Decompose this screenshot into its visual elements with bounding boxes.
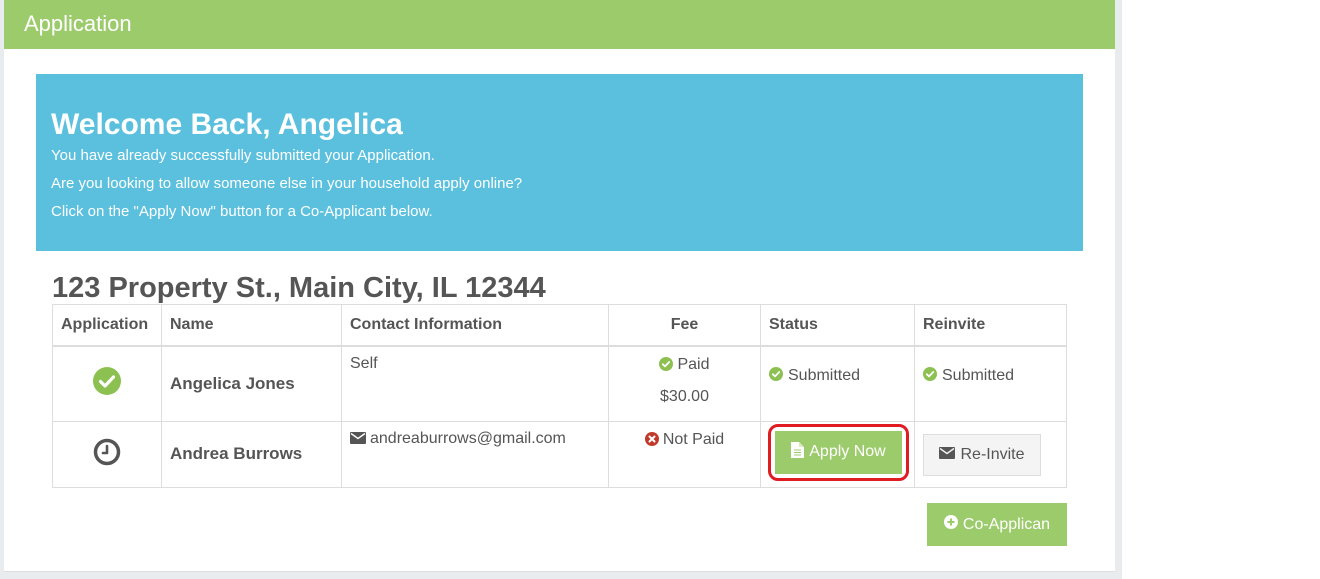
application-panel: Application Welcome Back, Angelica You h…	[4, 0, 1115, 571]
status-text: Submitted	[788, 367, 861, 384]
property-address: 123 Property St., Main City, IL 12344	[52, 272, 546, 304]
applicants-table: Application Name Contact Information Fee…	[52, 304, 1067, 488]
add-co-applicant-button[interactable]: Co-Applican	[927, 503, 1067, 546]
file-icon	[791, 441, 805, 463]
status-cell: Apply Now	[760, 420, 915, 488]
envelope-icon	[350, 432, 366, 445]
fee-status: Not Paid	[662, 430, 725, 448]
col-status: Status	[760, 304, 915, 347]
apply-now-button[interactable]: Apply Now	[775, 430, 902, 474]
check-circle-icon	[769, 366, 783, 386]
envelope-icon	[939, 446, 956, 464]
col-contact: Contact Information	[341, 304, 609, 347]
contact-info: Self	[341, 345, 609, 422]
welcome-line: Are you looking to allow someone else in…	[51, 175, 523, 192]
welcome-line: Click on the "Apply Now" button for a Co…	[51, 203, 433, 220]
fee-cell: Not Paid	[608, 420, 761, 488]
table-row: Angelica Jones Self Paid $30.00 Submitte…	[52, 345, 1067, 422]
welcome-line: You have already successfully submitted …	[51, 147, 435, 164]
panel-title: Application	[4, 0, 1115, 49]
application-cell	[52, 420, 162, 488]
table-header-row: Application Name Contact Information Fee…	[52, 304, 1067, 347]
re-invite-button[interactable]: Re-Invite	[923, 434, 1041, 476]
fee-status: Paid	[677, 355, 710, 373]
reinvite-cell: Re-Invite	[914, 420, 1067, 488]
check-circle-icon	[659, 357, 674, 372]
applicant-name: Angelica Jones	[161, 345, 342, 422]
col-reinvite: Reinvite	[914, 304, 1067, 347]
status-cell: Submitted	[760, 345, 915, 422]
highlight-outline: Apply Now	[768, 423, 909, 481]
applicant-name: Andrea Burrows	[161, 420, 342, 488]
table-row: Andrea Burrows andreaburrows@gmail.com N…	[52, 420, 1067, 488]
reinvite-cell: Submitted	[914, 345, 1067, 422]
col-fee: Fee	[608, 304, 761, 347]
times-circle-icon	[644, 432, 659, 447]
col-name: Name	[161, 304, 342, 347]
welcome-banner: Welcome Back, Angelica You have already …	[36, 74, 1083, 251]
check-circle-icon	[93, 367, 121, 399]
reinvite-status-text: Submitted	[942, 367, 1015, 384]
fee-amount: $30.00	[660, 387, 709, 405]
welcome-heading: Welcome Back, Angelica	[51, 108, 403, 141]
contact-cell: andreaburrows@gmail.com	[341, 420, 609, 488]
check-circle-icon	[923, 366, 937, 386]
fee-cell: Paid $30.00	[608, 345, 761, 422]
plus-circle-icon	[943, 515, 958, 534]
contact-email: andreaburrows@gmail.com	[370, 429, 566, 447]
clock-icon	[93, 438, 121, 470]
col-application: Application	[52, 304, 162, 347]
application-cell	[52, 345, 162, 422]
